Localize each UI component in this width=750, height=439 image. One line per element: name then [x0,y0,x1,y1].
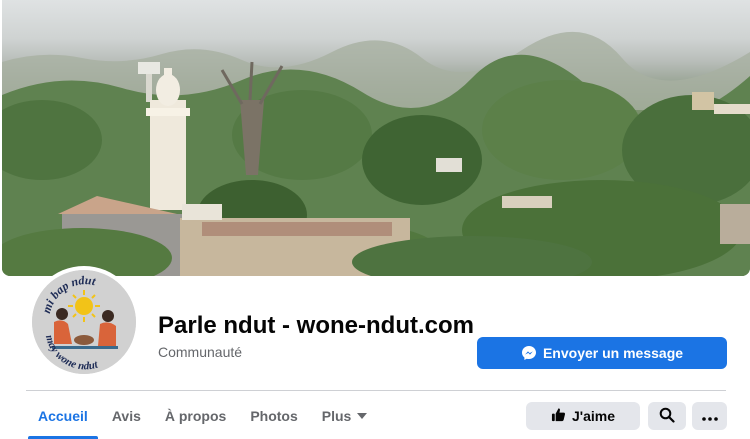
header-divider [26,390,726,391]
tab-label: À propos [164,407,227,424]
svg-text:may wone ndut: may wone ndut [43,334,100,373]
tab-label: Plus [321,407,352,424]
cover-photo[interactable] [2,0,750,276]
logo-bottom-text: may wone ndut [43,334,100,373]
tab-avis[interactable]: Avis [100,392,153,439]
thumbs-up-icon [551,407,566,425]
like-button[interactable]: J'aime [526,402,640,430]
more-options-button[interactable] [692,402,727,430]
messenger-icon [521,345,537,361]
page-title[interactable]: Parle ndut - wone-ndut.com [158,312,474,340]
cover-photo-illustration [2,31,750,276]
page-tabs: Accueil Avis À propos Photos Plus [26,392,379,439]
search-icon [659,407,675,426]
logo-image: mi bap ndut may wone ndut [32,270,136,374]
page-category: Communauté [158,344,243,360]
svg-text:mi bap ndut: mi bap ndut [39,273,97,315]
logo-lettering: mi bap ndut may wone ndut [39,273,100,373]
tab-a-propos[interactable]: À propos [153,392,238,439]
tab-plus[interactable]: Plus [310,392,380,439]
logo-top-text: mi bap ndut [39,273,97,315]
tab-photos[interactable]: Photos [238,392,309,439]
tab-label: Avis [111,407,141,424]
send-message-label: Envoyer un message [542,345,684,361]
search-button[interactable] [648,402,686,430]
tab-label: Photos [250,407,298,424]
like-label: J'aime [571,408,616,424]
profile-picture[interactable]: mi bap ndut may wone ndut [28,266,140,378]
more-icon [701,408,718,424]
caret-down-icon [357,413,368,419]
tab-label: Accueil [38,407,88,424]
send-message-button[interactable]: Envoyer un message [477,337,727,369]
tab-accueil[interactable]: Accueil [26,392,100,439]
